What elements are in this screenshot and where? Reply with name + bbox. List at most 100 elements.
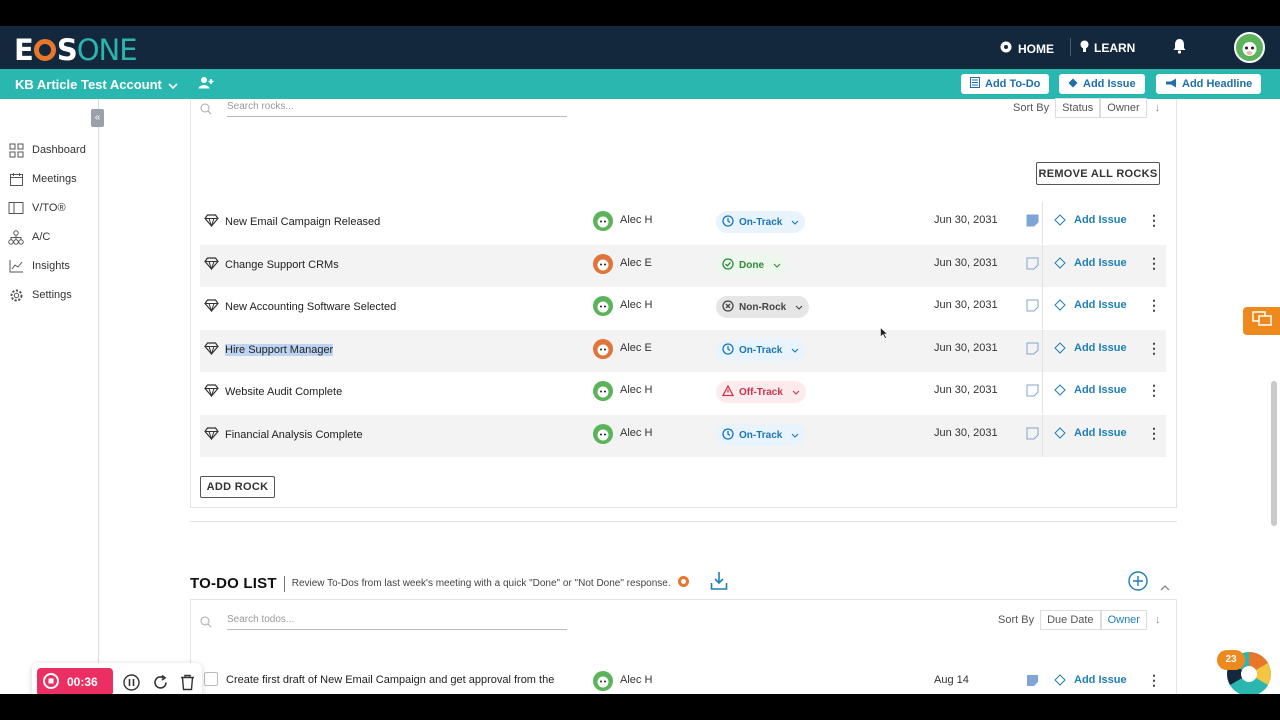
remove-all-rocks-button[interactable]: REMOVE ALL ROCKS [1036, 162, 1160, 185]
more-options-icon[interactable]: ⋮ [1147, 213, 1161, 227]
add-issue-link[interactable]: Add Issue [1054, 384, 1127, 396]
notifications-bell[interactable] [1172, 38, 1187, 57]
status-dropdown[interactable]: Done [716, 254, 787, 276]
add-issue-link[interactable]: Add Issue [1054, 214, 1127, 226]
rocks-search-input[interactable]: Search rocks... [227, 101, 567, 117]
status-icon [721, 384, 735, 400]
note-icon[interactable] [1026, 674, 1039, 692]
todo-row[interactable]: Create first draft of New Email Campaign… [200, 660, 1166, 694]
add-issue-link[interactable]: Add Issue [1054, 674, 1127, 686]
rock-row[interactable]: Change Support CRMs Alec E Done Jun 30, 203… [200, 245, 1166, 287]
status-dropdown[interactable]: On-Track [716, 339, 806, 361]
sort-direction-arrow-icon[interactable]: ↓ [1155, 102, 1161, 114]
more-options-icon[interactable]: ⋮ [1147, 426, 1161, 440]
status-icon [722, 257, 734, 273]
add-user-icon[interactable] [198, 76, 214, 92]
add-issue-link[interactable]: Add Issue [1054, 427, 1127, 439]
sidebar-item-vto[interactable]: V/TO® [8, 201, 66, 215]
owner-avatar [593, 211, 613, 231]
add-issue-link[interactable]: Add Issue [1054, 342, 1127, 354]
collapse-section-chevron-icon[interactable] [1160, 578, 1170, 596]
sort-direction-arrow-icon[interactable]: ↓ [1155, 614, 1161, 626]
note-icon[interactable] [1026, 257, 1039, 275]
diamond-outline-icon [1054, 427, 1066, 439]
note-icon[interactable] [1026, 384, 1039, 402]
sort-status-option[interactable]: Status [1055, 98, 1101, 118]
restart-icon[interactable] [152, 674, 169, 694]
top-nav: E SONE HOME LEARN [0, 26, 1280, 69]
sort-due-date-option[interactable]: Due Date [1040, 610, 1101, 630]
status-dropdown[interactable]: On-Track [716, 424, 806, 446]
add-rock-button[interactable]: ADD ROCK [200, 476, 275, 498]
more-options-icon[interactable]: ⋮ [1147, 673, 1161, 687]
status-icon [722, 427, 734, 443]
todo-checkbox[interactable] [204, 672, 218, 686]
collapse-sidebar-icon[interactable]: « [91, 109, 104, 127]
calendar-icon [8, 172, 24, 186]
rock-title[interactable]: Website Audit Complete [225, 386, 342, 398]
due-date: Jun 30, 2031 [934, 384, 998, 396]
add-issue-label: Add Issue [1074, 214, 1127, 226]
add-issue-link[interactable]: Add Issue [1054, 299, 1127, 311]
rock-title[interactable]: Hire Support Manager [225, 344, 334, 356]
chevron-down-icon [168, 77, 178, 92]
todo-search-input[interactable]: Search todos... [227, 614, 567, 630]
trash-icon[interactable] [180, 674, 195, 694]
note-icon[interactable] [1026, 427, 1039, 445]
chat-tab[interactable] [1243, 307, 1280, 335]
eos-one-logo[interactable]: E SONE [14, 33, 138, 67]
todo-title[interactable]: Create first draft of New Email Campaign… [226, 674, 554, 686]
more-options-icon[interactable]: ⋮ [1147, 383, 1161, 397]
add-todo-plus-icon[interactable] [1128, 571, 1148, 596]
row-divider [1042, 330, 1043, 372]
note-icon[interactable] [1026, 342, 1039, 360]
add-todo-button[interactable]: Add To-Do [961, 74, 1050, 94]
add-headline-button[interactable]: Add Headline [1156, 74, 1262, 94]
logo-ring-icon [33, 39, 56, 61]
sort-owner-option[interactable]: Owner [1100, 610, 1147, 630]
rock-row[interactable]: New Email Campaign Released Alec H On-Trac… [200, 202, 1166, 244]
download-icon[interactable] [710, 571, 728, 596]
rock-title[interactable]: Change Support CRMs [225, 259, 339, 271]
stop-recording-button[interactable]: 00:36 [37, 668, 113, 694]
add-issue-button[interactable]: Add Issue [1059, 74, 1145, 94]
status-dropdown[interactable]: Non-Rock [716, 296, 810, 318]
sidebar-item-insights[interactable]: Insights [8, 259, 70, 273]
more-options-icon[interactable]: ⋮ [1147, 341, 1161, 355]
info-badge-icon[interactable] [677, 575, 690, 593]
learn-link[interactable]: LEARN [1080, 40, 1135, 56]
chat-bubbles-icon [1251, 310, 1272, 332]
rock-row[interactable]: Website Audit Complete Alec H Off-Track Jun… [200, 372, 1166, 414]
add-issue-link[interactable]: Add Issue [1054, 257, 1127, 269]
checklist-icon [970, 77, 980, 91]
todo-description: Review To-Dos from last week's meeting w… [291, 578, 671, 589]
page-scrollbar[interactable] [1271, 381, 1277, 526]
pause-icon[interactable] [123, 674, 140, 694]
sort-by-label: Sort By [1013, 102, 1050, 114]
note-icon[interactable] [1026, 299, 1039, 317]
sidebar-item-meetings[interactable]: Meetings [8, 172, 77, 186]
rock-row[interactable]: New Accounting Software Selected Alec H No… [200, 287, 1166, 329]
more-options-icon[interactable]: ⋮ [1147, 256, 1161, 270]
rock-row[interactable]: Hire Support Manager Alec E On-Track Jun 30… [200, 330, 1166, 372]
sort-owner-option[interactable]: Owner [1100, 98, 1147, 118]
rock-title[interactable]: New Email Campaign Released [225, 216, 380, 228]
chevron-down-icon [791, 217, 799, 228]
rock-title[interactable]: Financial Analysis Complete [225, 429, 363, 441]
sidebar-item-dashboard[interactable]: Dashboard [8, 143, 86, 157]
status-dropdown[interactable]: On-Track [716, 211, 806, 233]
note-icon[interactable] [1026, 214, 1039, 232]
more-options-icon[interactable]: ⋮ [1147, 298, 1161, 312]
learn-label: LEARN [1094, 41, 1136, 55]
chevron-down-icon [791, 430, 799, 441]
status-dropdown[interactable]: Off-Track [716, 381, 806, 403]
sidebar-item-settings[interactable]: Settings [8, 288, 72, 302]
user-avatar[interactable] [1234, 32, 1265, 63]
status-label: On-Track [739, 429, 783, 441]
home-link[interactable]: HOME [999, 40, 1054, 57]
rock-row[interactable]: Financial Analysis Complete Alec H On-Trac… [200, 415, 1166, 457]
sidebar-item-ac[interactable]: A/C [8, 229, 50, 245]
due-date: Aug 14 [934, 674, 969, 686]
rock-title[interactable]: New Accounting Software Selected [225, 301, 396, 313]
account-switcher[interactable]: KB Article Test Account [15, 76, 214, 92]
